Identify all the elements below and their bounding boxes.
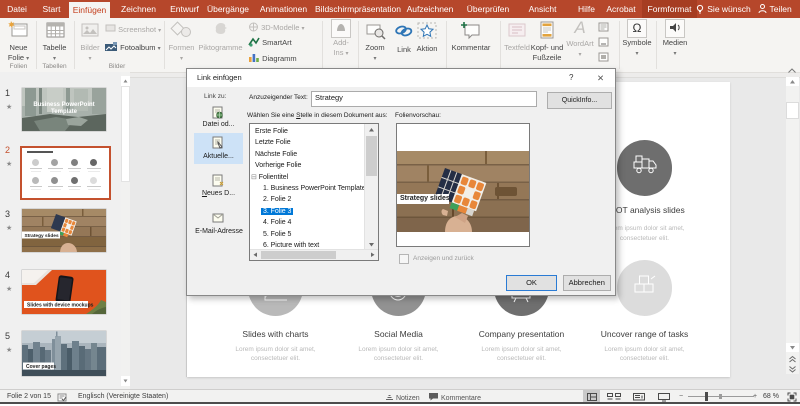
svg-text:Strategy slides: Strategy slides bbox=[25, 233, 59, 239]
svg-text:Template: Template bbox=[51, 109, 78, 115]
svg-text:Slides with device mockups: Slides with device mockups bbox=[27, 303, 94, 309]
svg-text:Cover pages: Cover pages bbox=[26, 364, 56, 370]
svg-text:Business PowerPoint: Business PowerPoint bbox=[33, 102, 94, 108]
